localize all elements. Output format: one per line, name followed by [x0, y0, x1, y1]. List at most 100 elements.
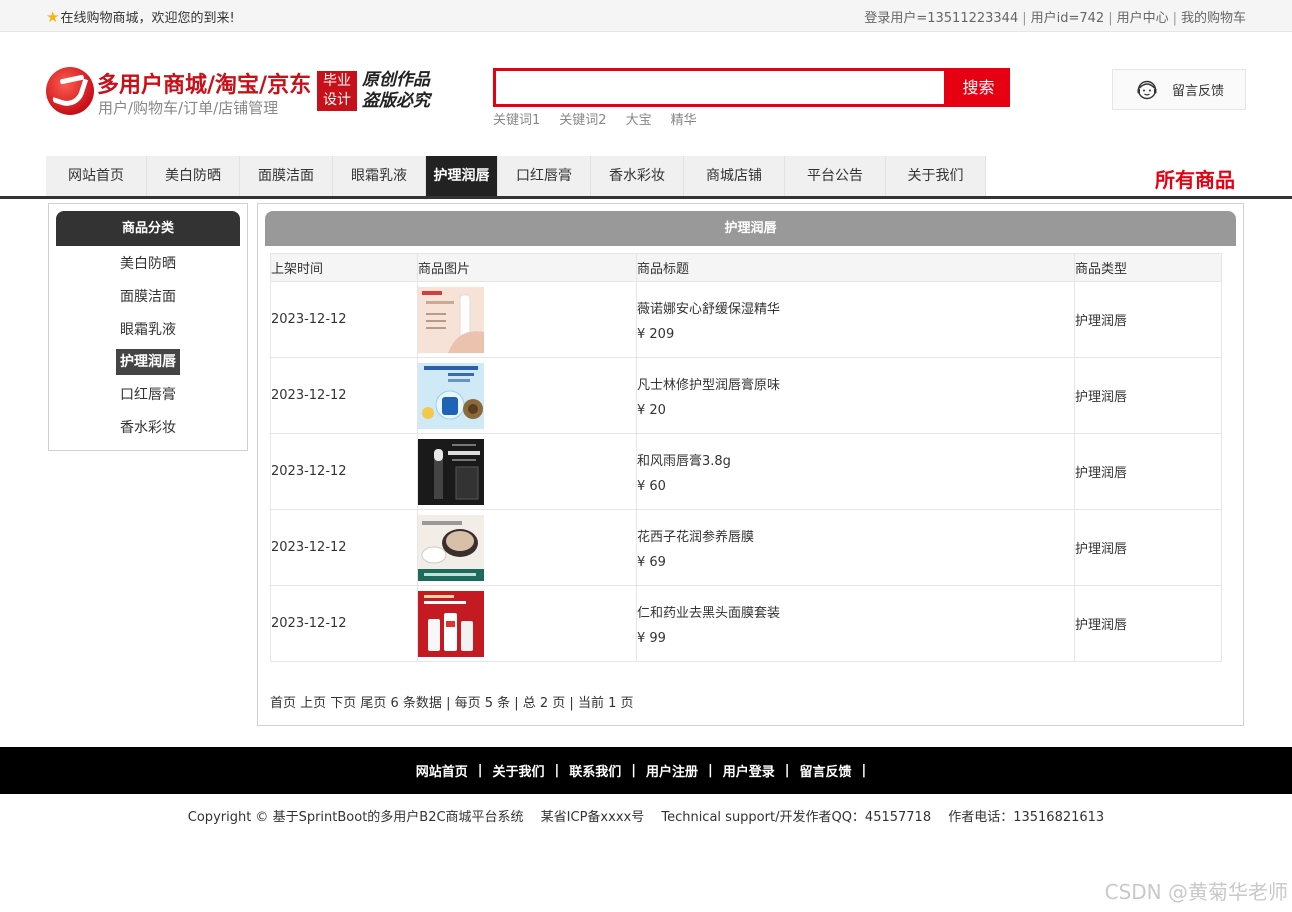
footer-link-contact[interactable]: 联系我们 — [569, 761, 621, 780]
row-title-cell: 薇诺娜安心舒缓保湿精华 ¥ 209 — [636, 281, 1075, 358]
product-thumbnail[interactable] — [418, 438, 484, 505]
footer-link-login[interactable]: 用户登录 — [723, 761, 775, 780]
site-subtitle: 用户/购物车/订单/店铺管理 — [98, 99, 279, 117]
row-type: 护理润唇 — [1074, 433, 1222, 510]
login-user-text: 登录用户=13511223344 — [864, 11, 1019, 26]
nav-item-shops[interactable]: 商城店铺 — [684, 156, 785, 196]
column-header-title: 商品标题 — [636, 253, 1075, 282]
sidebar-item-lipstick[interactable]: 口红唇膏 — [49, 382, 247, 408]
search-input[interactable] — [493, 68, 947, 107]
footer-link-register[interactable]: 用户注册 — [646, 761, 698, 780]
product-thumbnail[interactable] — [418, 590, 484, 657]
footer-link-feedback[interactable]: 留言反馈 — [800, 761, 852, 780]
sidebar-item-label: 香水彩妆 — [120, 420, 176, 436]
product-title-link[interactable]: 凡士林修护型润唇膏原味 — [637, 374, 1074, 393]
row-image-cell — [417, 433, 637, 510]
sidebar-item-masks[interactable]: 面膜洁面 — [49, 284, 247, 310]
feedback-button[interactable]: 留言反馈 — [1112, 69, 1246, 110]
row-date: 2023-12-12 — [270, 357, 418, 434]
sidebar-title: 商品分类 — [56, 211, 240, 246]
sidebar-item-whitening[interactable]: 美白防晒 — [49, 251, 247, 277]
sidebar-item-label: 护理润唇 — [116, 349, 180, 375]
table-row: 2023-12-12 仁和药业去黑头面膜套装 ¥ 99 护理润唇 — [270, 585, 1222, 662]
original-work-script: 原创作品 盗版必究 — [362, 70, 430, 112]
hot-keyword[interactable]: 关键词2 — [559, 109, 606, 128]
top-bar: ★ 在线购物商城，欢迎您的到来! 登录用户=13511223344 | 用户id=7… — [0, 0, 1292, 32]
hot-keyword[interactable]: 关键词1 — [493, 109, 540, 128]
sidebar-item-label: 面膜洁面 — [120, 289, 176, 305]
hot-keywords: 关键词1 关键词2 大宝 精华 — [493, 109, 697, 128]
script-line-2: 盗版必究 — [362, 91, 430, 111]
nav-divider — [0, 196, 1292, 199]
star-icon: ★ — [46, 7, 60, 26]
copyright-text: Copyright © 基于SprintBoot的多用户B2C商城平台系统 某省… — [187, 810, 1105, 825]
table-row: 2023-12-12 凡士林修护型润唇膏原味 ¥ 20 护理润唇 — [270, 357, 1222, 434]
nav-item-home[interactable]: 网站首页 — [46, 156, 147, 196]
customer-service-icon — [1137, 80, 1157, 99]
nav-item-about[interactable]: 关于我们 — [886, 156, 986, 196]
row-image-cell — [417, 585, 637, 662]
row-image-cell — [417, 509, 637, 586]
main-nav: 网站首页 美白防晒 面膜洁面 眼霜乳液 护理润唇 口红唇膏 香水彩妆 商城店铺 … — [46, 156, 986, 196]
user-id-text: 用户id=742 — [1030, 11, 1105, 26]
row-image-cell — [417, 281, 637, 358]
product-title-link[interactable]: 花西子花润参养唇膜 — [637, 526, 1074, 545]
site-title[interactable]: 多用户商城/淘宝/京东 — [97, 67, 311, 99]
site-logo-icon[interactable] — [46, 67, 94, 115]
product-price: ¥ 20 — [637, 402, 666, 418]
product-table: 上架时间 商品图片 商品标题 商品类型 2023-12-12 薇诺娜安心舒缓保湿… — [270, 253, 1222, 662]
product-thumbnail[interactable] — [418, 362, 484, 429]
product-price: ¥ 99 — [637, 630, 666, 646]
column-header-date: 上架时间 — [270, 253, 418, 282]
hot-keyword[interactable]: 大宝 — [626, 109, 652, 128]
nav-item-perfume[interactable]: 香水彩妆 — [591, 156, 684, 196]
welcome-text: 在线购物商城，欢迎您的到来! — [60, 11, 235, 26]
sidebar-item-eye-cream[interactable]: 眼霜乳液 — [49, 317, 247, 343]
nav-item-whitening[interactable]: 美白防晒 — [147, 156, 240, 196]
product-price: ¥ 69 — [637, 554, 666, 570]
row-title-cell: 花西子花润参养唇膜 ¥ 69 — [636, 509, 1075, 586]
badge-line-1: 毕业 — [323, 73, 351, 89]
product-list-panel: 护理润唇 上架时间 商品图片 商品标题 商品类型 2023-12-12 薇诺娜安… — [257, 203, 1244, 726]
pagination[interactable]: 首页 上页 下页 尾页 6 条数据 | 每页 5 条 | 总 2 页 | 当前 … — [270, 692, 633, 711]
nav-item-announcements[interactable]: 平台公告 — [785, 156, 886, 196]
script-line-1: 原创作品 — [362, 70, 430, 90]
footer-link-about[interactable]: 关于我们 — [492, 761, 544, 780]
csdn-watermark: CSDN @黄菊华老师 — [1104, 880, 1288, 904]
my-cart-link[interactable]: 我的购物车 — [1181, 11, 1246, 26]
sidebar-item-perfume[interactable]: 香水彩妆 — [49, 415, 247, 441]
product-title-link[interactable]: 仁和药业去黑头面膜套装 — [637, 602, 1074, 621]
product-title-link[interactable]: 薇诺娜安心舒缓保湿精华 — [637, 298, 1074, 317]
table-row: 2023-12-12 薇诺娜安心舒缓保湿精华 ¥ 209 护理润唇 — [270, 281, 1222, 358]
sidebar-item-lip-care[interactable]: 护理润唇 — [49, 349, 247, 375]
row-title-cell: 和风雨唇膏3.8g ¥ 60 — [636, 433, 1075, 510]
graduation-badge: 毕业 设计 — [317, 71, 357, 111]
category-sidebar: 商品分类 美白防晒 面膜洁面 眼霜乳液 护理润唇 口红唇膏 香水彩妆 — [48, 203, 248, 451]
table-row: 2023-12-12 和风雨唇膏3.8g ¥ 60 护理润唇 — [270, 433, 1222, 510]
sidebar-item-label: 口红唇膏 — [120, 387, 176, 403]
all-goods-link[interactable]: 所有商品 — [1155, 164, 1235, 193]
product-thumbnail[interactable] — [418, 286, 484, 353]
product-price: ¥ 60 — [637, 478, 666, 494]
row-title-cell: 凡士林修护型润唇膏原味 ¥ 20 — [636, 357, 1075, 434]
row-title-cell: 仁和药业去黑头面膜套装 ¥ 99 — [636, 585, 1075, 662]
badge-line-2: 设计 — [323, 92, 351, 108]
nav-item-lip-care[interactable]: 护理润唇 — [426, 156, 498, 196]
welcome-message: ★ 在线购物商城，欢迎您的到来! — [46, 7, 235, 26]
nav-item-masks[interactable]: 面膜洁面 — [240, 156, 333, 196]
hot-keyword[interactable]: 精华 — [671, 109, 697, 128]
product-price: ¥ 209 — [637, 326, 675, 342]
column-header-image: 商品图片 — [417, 253, 637, 282]
user-center-link[interactable]: 用户中心 — [1117, 11, 1169, 26]
search-button[interactable]: 搜索 — [947, 68, 1010, 107]
row-date: 2023-12-12 — [270, 585, 418, 662]
product-title-link[interactable]: 和风雨唇膏3.8g — [637, 450, 1074, 469]
nav-item-eye-cream[interactable]: 眼霜乳液 — [333, 156, 426, 196]
footer-nav: 网站首页 | 关于我们 | 联系我们 | 用户注册 | 用户登录 | 留言反馈 | — [0, 747, 1292, 794]
row-type: 护理润唇 — [1074, 357, 1222, 434]
table-header-row: 上架时间 商品图片 商品标题 商品类型 — [270, 253, 1222, 282]
sidebar-item-label: 美白防晒 — [120, 256, 176, 272]
product-thumbnail[interactable] — [418, 514, 484, 581]
nav-item-lipstick[interactable]: 口红唇膏 — [498, 156, 591, 196]
footer-link-home[interactable]: 网站首页 — [416, 761, 468, 780]
